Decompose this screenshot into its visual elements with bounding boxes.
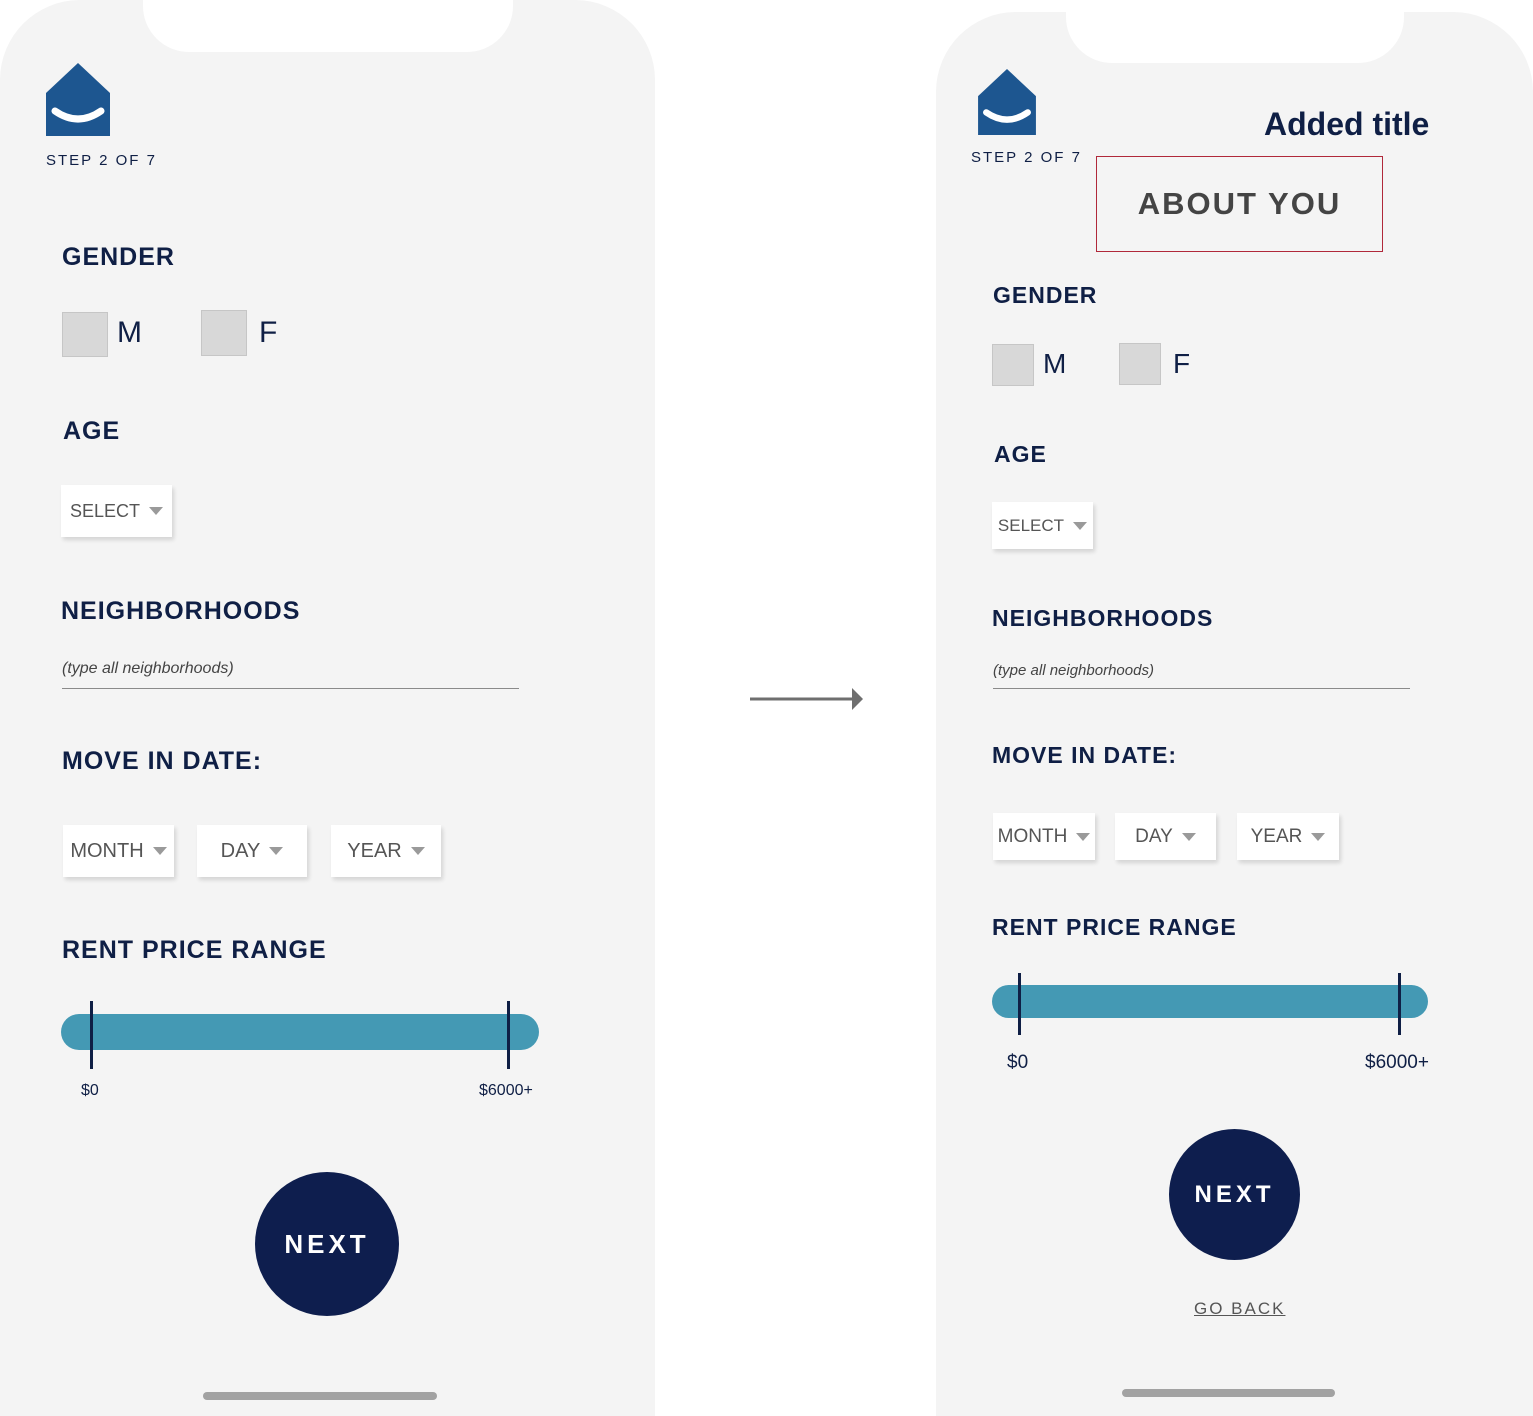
chevron-down-icon bbox=[410, 847, 425, 855]
year-select[interactable]: YEAR bbox=[331, 825, 441, 877]
home-indicator bbox=[203, 1392, 437, 1400]
house-logo-icon bbox=[46, 63, 110, 136]
rent-slider-track[interactable] bbox=[992, 985, 1428, 1018]
month-select[interactable]: MONTH bbox=[993, 813, 1095, 860]
age-select[interactable]: SELECT bbox=[61, 485, 172, 537]
chevron-down-icon bbox=[1181, 832, 1196, 841]
chevron-down-icon bbox=[1311, 832, 1326, 841]
rent-slider-max-handle[interactable] bbox=[1398, 973, 1401, 1035]
gender-label: GENDER bbox=[62, 243, 175, 271]
rent-max-value: $6000+ bbox=[479, 1082, 533, 1099]
gender-m-label: M bbox=[117, 316, 142, 349]
gender-f-label: F bbox=[1173, 348, 1191, 379]
step-indicator: STEP 2 OF 7 bbox=[46, 152, 157, 169]
age-select[interactable]: SELECT bbox=[992, 502, 1093, 549]
month-select-value: MONTH bbox=[70, 839, 144, 862]
page-title: ABOUT YOU bbox=[1096, 156, 1383, 252]
gender-m-checkbox[interactable] bbox=[992, 344, 1034, 386]
house-logo-icon bbox=[978, 69, 1036, 135]
go-back-link[interactable]: GO BACK bbox=[1194, 1299, 1285, 1319]
age-select-value: SELECT bbox=[69, 500, 141, 521]
rent-slider-min-handle[interactable] bbox=[1018, 973, 1021, 1035]
rent-slider-track[interactable] bbox=[61, 1014, 539, 1050]
age-label: AGE bbox=[994, 441, 1047, 467]
rent-min-value: $0 bbox=[1007, 1052, 1029, 1073]
step-indicator: STEP 2 OF 7 bbox=[971, 149, 1082, 166]
neighborhoods-input[interactable]: (type all neighborhoods) bbox=[62, 660, 519, 689]
rent-price-range-label: RENT PRICE RANGE bbox=[62, 936, 327, 964]
age-label: AGE bbox=[63, 417, 121, 445]
home-indicator bbox=[1122, 1389, 1335, 1397]
phone-notch bbox=[143, 0, 513, 52]
age-select-value: SELECT bbox=[997, 515, 1065, 535]
gender-f-checkbox[interactable] bbox=[201, 310, 247, 356]
day-select[interactable]: DAY bbox=[197, 825, 307, 877]
year-select-value: YEAR bbox=[1250, 825, 1303, 847]
right-arrow-icon bbox=[750, 688, 863, 710]
chevron-down-icon bbox=[152, 847, 167, 855]
chevron-down-icon bbox=[149, 507, 164, 515]
year-select[interactable]: YEAR bbox=[1237, 813, 1339, 860]
chevron-down-icon bbox=[1073, 521, 1088, 530]
gender-m-label: M bbox=[1043, 348, 1067, 379]
move-in-date-label: MOVE IN DATE: bbox=[62, 747, 263, 775]
neighborhoods-label: NEIGHBORHOODS bbox=[61, 597, 301, 625]
chevron-down-icon bbox=[269, 847, 284, 855]
phone-after: STEP 2 OF 7 Added title ABOUT YOU GENDER… bbox=[936, 12, 1533, 1416]
chevron-down-icon bbox=[1076, 832, 1091, 841]
month-select[interactable]: MONTH bbox=[63, 825, 174, 877]
added-title-annotation: Added title bbox=[1264, 106, 1430, 142]
year-select-value: YEAR bbox=[347, 839, 402, 862]
day-select-value: DAY bbox=[220, 839, 261, 862]
day-select-value: DAY bbox=[1135, 825, 1173, 847]
month-select-value: MONTH bbox=[997, 825, 1068, 847]
day-select[interactable]: DAY bbox=[1115, 813, 1216, 860]
gender-label: GENDER bbox=[993, 282, 1098, 308]
rent-slider-min-handle[interactable] bbox=[90, 1001, 93, 1069]
rent-max-value: $6000+ bbox=[1365, 1052, 1429, 1073]
move-in-date-label: MOVE IN DATE: bbox=[992, 742, 1178, 768]
next-button[interactable]: NEXT bbox=[1169, 1129, 1300, 1260]
rent-price-range-label: RENT PRICE RANGE bbox=[992, 914, 1237, 940]
rent-min-value: $0 bbox=[81, 1082, 99, 1099]
gender-m-checkbox[interactable] bbox=[62, 312, 108, 357]
neighborhoods-input[interactable]: (type all neighborhoods) bbox=[993, 662, 1410, 689]
phone-before: STEP 2 OF 7 GENDER M F AGE SELECT NEIGHB… bbox=[0, 0, 655, 1416]
rent-slider-max-handle[interactable] bbox=[507, 1001, 510, 1069]
phone-notch bbox=[1066, 12, 1404, 63]
next-button[interactable]: NEXT bbox=[255, 1172, 399, 1316]
gender-f-checkbox[interactable] bbox=[1119, 343, 1161, 385]
neighborhoods-label: NEIGHBORHOODS bbox=[992, 605, 1214, 631]
gender-f-label: F bbox=[259, 316, 278, 349]
